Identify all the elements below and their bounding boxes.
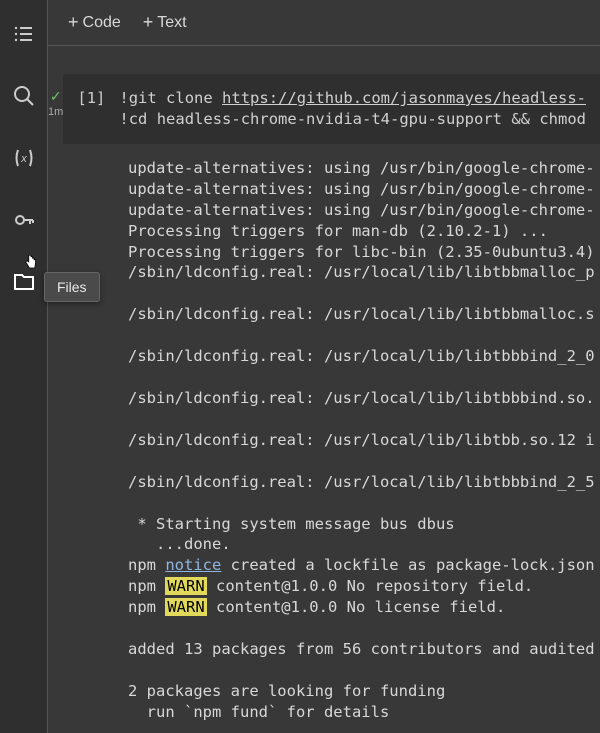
output-line bbox=[128, 451, 600, 472]
output-line: /sbin/ldconfig.real: /usr/local/lib/libt… bbox=[128, 262, 600, 283]
output-line: /sbin/ldconfig.real: /usr/local/lib/libt… bbox=[128, 388, 600, 409]
code-line: !git clone https://github.com/jasonmayes… bbox=[119, 88, 586, 109]
plus-icon: + bbox=[143, 12, 154, 33]
add-code-button[interactable]: + Code bbox=[68, 12, 121, 33]
output-line bbox=[128, 325, 600, 346]
output-line: /sbin/ldconfig.real: /usr/local/lib/libt… bbox=[128, 472, 600, 493]
cell-area: ✓ 1m [1] !git clone https://github.com/j… bbox=[48, 46, 600, 733]
files-icon[interactable] bbox=[8, 266, 40, 298]
output-line bbox=[128, 283, 600, 304]
output-line: added 13 packages from 56 contributors a… bbox=[128, 639, 600, 660]
variables-icon[interactable]: x bbox=[8, 142, 40, 174]
plus-icon: + bbox=[68, 12, 79, 33]
output-line: update-alternatives: using /usr/bin/goog… bbox=[128, 179, 600, 200]
output-line: * Starting system message bus dbus bbox=[128, 514, 600, 535]
output-line: 2 packages are looking for funding bbox=[128, 681, 600, 702]
output-line: Processing triggers for man-db (2.10.2-1… bbox=[128, 221, 600, 242]
output-line: /sbin/ldconfig.real: /usr/local/lib/libt… bbox=[128, 304, 600, 325]
output-line bbox=[128, 618, 600, 639]
code-lines: !git clone https://github.com/jasonmayes… bbox=[119, 88, 586, 130]
secrets-icon[interactable] bbox=[8, 204, 40, 236]
add-text-label: Text bbox=[157, 14, 186, 32]
toolbar: + Code + Text bbox=[48, 0, 600, 46]
output-line: update-alternatives: using /usr/bin/goog… bbox=[128, 200, 600, 221]
cell-output: update-alternatives: using /usr/bin/goog… bbox=[78, 144, 600, 723]
code-block[interactable]: [1] !git clone https://github.com/jasonm… bbox=[63, 74, 600, 144]
output-line bbox=[128, 660, 600, 681]
output-line: /sbin/ldconfig.real: /usr/local/lib/libt… bbox=[128, 346, 600, 367]
sidebar: x bbox=[0, 0, 48, 733]
cell-prompt: [1] bbox=[77, 88, 105, 130]
output-line: update-alternatives: using /usr/bin/goog… bbox=[128, 158, 600, 179]
output-line bbox=[128, 409, 600, 430]
search-icon[interactable] bbox=[8, 80, 40, 112]
output-line: Processing triggers for libc-bin (2.35-0… bbox=[128, 242, 600, 263]
output-line: /sbin/ldconfig.real: /usr/local/lib/libt… bbox=[128, 430, 600, 451]
output-line: run `npm fund` for details bbox=[128, 702, 600, 723]
npm-notice: notice bbox=[165, 556, 221, 574]
output-line bbox=[128, 493, 600, 514]
toc-icon[interactable] bbox=[8, 18, 40, 50]
add-text-button[interactable]: + Text bbox=[143, 12, 187, 33]
svg-text:x: x bbox=[20, 153, 27, 165]
code-cell[interactable]: ✓ 1m [1] !git clone https://github.com/j… bbox=[48, 74, 600, 144]
npm-warn: WARN bbox=[165, 577, 206, 595]
output-line bbox=[128, 367, 600, 388]
add-code-label: Code bbox=[83, 14, 121, 32]
check-icon: ✓ bbox=[50, 88, 62, 105]
exec-time: 1m bbox=[48, 106, 63, 118]
output-line: ...done. bbox=[128, 534, 600, 555]
cell-gutter: ✓ 1m bbox=[48, 74, 63, 118]
main-area: + Code + Text ✓ 1m [1] !git clone https:… bbox=[48, 0, 600, 733]
npm-warn: WARN bbox=[165, 598, 206, 616]
code-line: !cd headless-chrome-nvidia-t4-gpu-suppor… bbox=[119, 109, 586, 130]
